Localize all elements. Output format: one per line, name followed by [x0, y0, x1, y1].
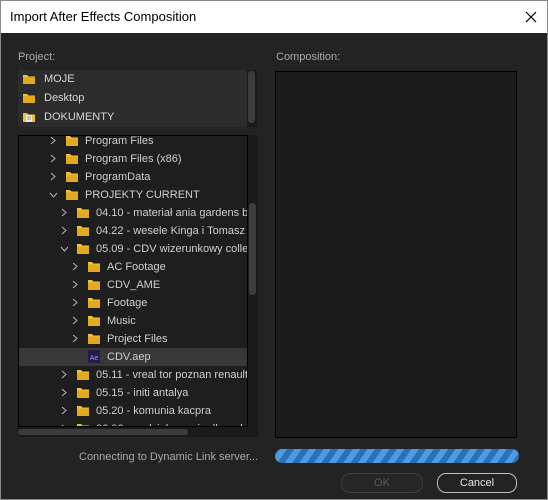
tree-vertical-scrollbar[interactable] [248, 135, 258, 427]
tree-row[interactable]: Project Files [19, 330, 247, 348]
folder-icon [65, 136, 79, 151]
favorite-item-dokumenty[interactable]: DOKUMENTY [18, 108, 247, 127]
svg-text:Ae: Ae [90, 355, 99, 362]
folder-icon [87, 313, 101, 331]
favorite-label: DOKUMENTY [44, 111, 115, 123]
tree-row[interactable]: Program Files [19, 135, 247, 151]
import-dialog: Import After Effects Composition Project… [0, 0, 548, 500]
folder-icon [76, 403, 90, 421]
project-label: Project: [18, 51, 56, 63]
chevron-right-icon[interactable] [60, 208, 68, 220]
composition-list[interactable] [275, 71, 517, 438]
folder-icon [22, 91, 36, 108]
chevron-right-icon[interactable] [49, 154, 57, 166]
tree-row[interactable]: AC Footage [19, 258, 247, 276]
tree-row-label: 05.11 - vreal tor poznan renault [96, 369, 248, 381]
tree-row-label: 05.09 - CDV wizerunkowy colle [96, 243, 248, 255]
tree-row[interactable]: Music [19, 312, 247, 330]
folder-icon [87, 277, 101, 295]
tree-row-label: Footage [107, 297, 148, 309]
folder-icon [76, 241, 90, 259]
favorite-item-moje[interactable]: MOJE [18, 70, 247, 89]
favorite-label: Desktop [44, 92, 85, 104]
tree-row-label: PROJEKTY CURRENT [85, 189, 200, 201]
chevron-right-icon[interactable] [60, 388, 68, 400]
document-folder-icon [22, 110, 36, 127]
tree-row[interactable]: Ae CDV.aep [19, 348, 247, 366]
cancel-button[interactable]: Cancel [437, 473, 517, 493]
chevron-right-icon[interactable] [60, 370, 68, 382]
tree-row-label: CDV_AME [107, 279, 161, 291]
tree-row-label: CDV.aep [107, 351, 151, 363]
folder-icon [65, 151, 79, 169]
title-bar: Import After Effects Composition [1, 1, 547, 33]
tree-row[interactable]: 05.11 - vreal tor poznan renault [19, 366, 247, 384]
scrollbar-thumb[interactable] [249, 203, 256, 295]
folder-icon [76, 367, 90, 385]
tree-horizontal-scrollbar[interactable] [18, 427, 258, 437]
tree-row-label: 05.15 - initi antalya [96, 387, 189, 399]
chevron-right-icon[interactable] [49, 172, 57, 184]
folder-icon [76, 223, 90, 241]
chevron-down-icon[interactable] [60, 244, 69, 256]
tree-row[interactable]: 04.10 - materiał ania gardens b [19, 204, 247, 222]
tree-row[interactable]: Footage [19, 294, 247, 312]
folder-icon [87, 331, 101, 349]
favorites-scrollbar[interactable] [248, 71, 255, 123]
connection-progress-bar [275, 449, 519, 463]
tree-row-label: ProgramData [85, 171, 151, 183]
tree-row-label: Project Files [107, 333, 168, 345]
tree-row[interactable]: Program Files (x86) [19, 150, 247, 168]
favorite-item-desktop[interactable]: Desktop [18, 89, 247, 108]
folder-tree: Program Files Program Files (x86) ProgramD… [18, 135, 248, 427]
tree-row[interactable]: 05.09 - CDV wizerunkowy colle [19, 240, 247, 258]
chevron-right-icon[interactable] [71, 298, 79, 310]
tree-row[interactable]: 04.22 - wesele Kinga i Tomasz [19, 222, 247, 240]
chevron-down-icon[interactable] [49, 190, 58, 202]
folder-icon [65, 187, 79, 205]
chevron-right-icon[interactable] [71, 334, 79, 346]
chevron-right-icon[interactable] [49, 136, 57, 148]
composition-label: Composition: [276, 51, 341, 63]
chevron-right-icon[interactable] [71, 262, 79, 274]
after-effects-file-icon: Ae [87, 349, 101, 367]
chevron-right-icon[interactable] [60, 406, 68, 418]
status-text: Connecting to Dynamic Link server... [79, 451, 259, 463]
tree-row-label: Program Files (x86) [85, 153, 182, 165]
chevron-right-icon[interactable] [60, 226, 68, 238]
tree-row-label: 04.22 - wesele Kinga i Tomasz [96, 225, 245, 237]
folder-icon [76, 205, 90, 223]
tree-row[interactable]: CDV_AME [19, 276, 247, 294]
folder-icon [65, 169, 79, 187]
folder-icon [22, 72, 36, 89]
dialog-body: Project: Composition: MOJE Desktop DOKUM… [1, 33, 547, 499]
folder-icon [87, 259, 101, 277]
dialog-title: Import After Effects Composition [10, 9, 197, 24]
tree-row[interactable]: PROJEKTY CURRENT [19, 186, 247, 204]
close-icon[interactable] [515, 1, 547, 33]
scrollbar-thumb[interactable] [18, 429, 188, 435]
folder-icon [76, 385, 90, 403]
tree-row[interactable]: 05.20 - komunia kacpra [19, 402, 247, 420]
tree-row-label: 05.20 - komunia kacpra [96, 405, 211, 417]
tree-row-label: AC Footage [107, 261, 166, 273]
folder-icon [87, 295, 101, 313]
tree-row-label: Music [107, 315, 136, 327]
favorite-label: MOJE [44, 73, 75, 85]
favorites-list: MOJE Desktop DOKUMENTY [18, 70, 257, 127]
tree-row-label: 04.10 - materiał ania gardens b [96, 207, 248, 219]
chevron-right-icon[interactable] [71, 280, 79, 292]
ok-button[interactable]: OK [341, 473, 423, 493]
tree-row[interactable]: 05.15 - initi antalya [19, 384, 247, 402]
tree-row-label: Program Files [85, 135, 154, 147]
tree-row[interactable]: ProgramData [19, 168, 247, 186]
chevron-right-icon[interactable] [71, 316, 79, 328]
tree-row[interactable]: 06.06 - podziekowania dla rodz [19, 420, 247, 426]
